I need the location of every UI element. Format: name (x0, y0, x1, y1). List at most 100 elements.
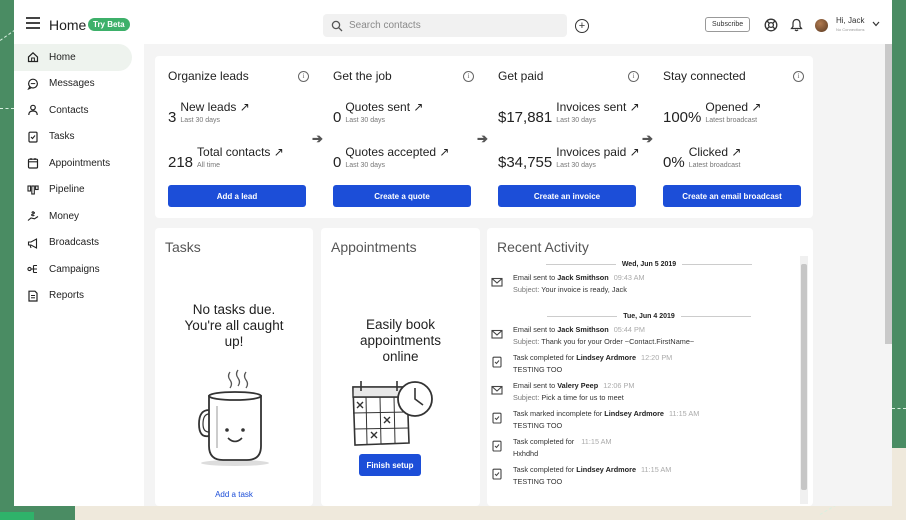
sidebar-item-label: Tasks (49, 131, 75, 143)
stat-column-stay-connected: Stay connected i 100% Opened ↗ Latest bro… (650, 56, 814, 218)
activity-detail: Hxhdhd (513, 449, 539, 458)
user-greeting[interactable]: Hi, Jack (836, 17, 864, 25)
activity-item[interactable]: Task completed for 11:15 AM Hxhdhd (487, 436, 811, 464)
info-icon[interactable]: i (298, 71, 309, 82)
activity-date-header: Tue, Jun 4 2019 (487, 308, 811, 324)
activity-feed[interactable]: Wed, Jun 5 2019 Email sent to Jack Smith… (487, 256, 811, 504)
lifebuoy-help-icon[interactable] (764, 18, 778, 32)
mail-icon (491, 327, 503, 339)
subscribe-button[interactable]: Subscribe (705, 17, 751, 32)
finish-setup-button[interactable]: Finish setup (359, 454, 421, 476)
stat-column-get-paid: Get paid i $17,881 Invoices sent ↗ Last 3… (485, 56, 649, 218)
activity-action: Task completed for (513, 353, 577, 362)
metric-invoices-paid[interactable]: $34,755 Invoices paid ↗ Last 30 days (498, 146, 640, 171)
activity-contact-name[interactable]: Lindsey Ardmore (604, 409, 664, 418)
chevron-down-icon[interactable] (872, 21, 880, 27)
chat-bubble-icon (26, 77, 40, 91)
metric-label: Clicked ↗ (688, 145, 742, 159)
metric-new-leads[interactable]: 3 New leads ↗ Last 30 days (168, 101, 250, 126)
sidebar-nav: Home Messages Contacts Tasks Appointment… (14, 44, 144, 309)
activity-contact-name[interactable]: Lindsey Ardmore (576, 353, 636, 362)
activity-time: 05:44 PM (613, 325, 645, 334)
activity-time: 11:15 AM (669, 409, 700, 418)
activity-item[interactable]: Email sent to Jack Smithson 05:44 PM Subje… (487, 324, 811, 352)
sidebar-item-money[interactable]: Money (14, 203, 144, 230)
search-input[interactable] (349, 20, 549, 31)
activity-item[interactable]: Email sent to Valery Peep 12:06 PM Subject… (487, 380, 811, 408)
metric-value: 3 (168, 109, 177, 126)
backdrop-tab (0, 512, 34, 520)
sidebar-item-messages[interactable]: Messages (14, 71, 144, 98)
metric-value: 0% (663, 154, 685, 171)
sidebar-item-contacts[interactable]: Contacts (14, 97, 144, 124)
activity-item[interactable]: Email sent to Jack Smithson 09:43 AM Subje… (487, 272, 811, 300)
activity-item[interactable]: Task completed for Lindsey Ardmore 12:20 … (487, 352, 811, 380)
activity-scrollbar-thumb[interactable] (801, 264, 807, 490)
sidebar-item-home[interactable]: Home (14, 44, 132, 71)
page-scrollbar[interactable] (885, 44, 892, 344)
activity-item[interactable]: Task marked incomplete for Lindsey Ardmo… (487, 408, 811, 436)
decorative-line (0, 108, 14, 109)
sidebar-item-campaigns[interactable]: Campaigns (14, 256, 144, 283)
activity-item[interactable]: Task completed for Lindsey Ardmore 11:15 … (487, 464, 811, 492)
sidebar-item-pipeline[interactable]: Pipeline (14, 177, 144, 204)
metric-period: Latest broadcast (705, 117, 758, 124)
sidebar-item-label: Home (49, 51, 76, 63)
metric-quotes-accepted[interactable]: 0 Quotes accepted ↗ Last 30 days (333, 146, 449, 171)
stats-card: Organize leads i 3 New leads ↗ Last 30 da… (155, 56, 813, 218)
search-bar[interactable] (323, 14, 567, 37)
create-invoice-button[interactable]: Create an invoice (498, 185, 636, 207)
activity-time: 11:15 AM (641, 465, 672, 474)
metric-label: Invoices sent ↗ (556, 100, 640, 114)
notification-bell-icon[interactable] (790, 18, 803, 32)
activity-contact-name[interactable]: Jack Smithson (557, 273, 609, 282)
add-new-icon[interactable]: + (575, 19, 589, 33)
calendar-icon (26, 156, 40, 170)
campaign-flow-icon (26, 262, 40, 276)
activity-contact-name[interactable]: Jack Smithson (557, 325, 609, 334)
activity-action: Email sent to (513, 381, 558, 390)
try-beta-badge[interactable]: Try Beta (88, 18, 130, 31)
sidebar-item-tasks[interactable]: Tasks (14, 124, 144, 151)
add-task-link[interactable]: Add a task (155, 490, 313, 499)
task-check-icon (491, 355, 503, 368)
metric-period: All time (197, 162, 220, 169)
hamburger-menu-icon[interactable] (26, 17, 40, 29)
metric-invoices-sent[interactable]: $17,881 Invoices sent ↗ Last 30 days (498, 100, 640, 126)
info-icon[interactable]: i (793, 71, 804, 82)
metric-quotes-sent[interactable]: 0 Quotes sent ↗ Last 30 days (333, 101, 423, 126)
checklist-icon (26, 130, 40, 144)
mail-icon (491, 383, 503, 395)
activity-contact-name[interactable]: Lindsey Ardmore (576, 465, 636, 474)
add-lead-button[interactable]: Add a lead (168, 185, 306, 207)
create-email-broadcast-button[interactable]: Create an email broadcast (663, 185, 801, 207)
metric-value: $34,755 (498, 154, 553, 171)
info-icon[interactable]: i (463, 71, 474, 82)
sidebar-item-label: Messages (49, 78, 95, 90)
info-icon[interactable]: i (628, 71, 639, 82)
sidebar-item-appointments[interactable]: Appointments (14, 150, 144, 177)
report-icon (26, 289, 40, 303)
sidebar-item-reports[interactable]: Reports (14, 283, 144, 310)
create-quote-button[interactable]: Create a quote (333, 185, 471, 207)
metric-total-contacts[interactable]: 218 Total contacts ↗ All time (168, 146, 284, 171)
task-check-icon (491, 439, 503, 452)
activity-detail: TESTING TOO (513, 477, 563, 486)
sidebar-item-label: Reports (49, 290, 85, 302)
sidebar-item-broadcasts[interactable]: Broadcasts (14, 230, 144, 257)
coffee-mug-illustration (198, 369, 269, 466)
activity-contact-name[interactable]: Valery Peep (557, 381, 598, 390)
task-check-icon (491, 411, 503, 424)
metric-opened[interactable]: 100% Opened ↗ Latest broadcast (663, 101, 761, 126)
stat-title: Stay connected (663, 69, 746, 83)
metric-value: 100% (663, 109, 702, 126)
sidebar-item-label: Campaigns (49, 263, 100, 275)
activity-action: Task completed for (513, 437, 577, 446)
activity-detail-label: Subject: (513, 337, 542, 346)
user-avatar[interactable] (815, 19, 828, 32)
metric-value: 0 (333, 154, 342, 171)
mail-icon (491, 275, 503, 287)
metric-clicked[interactable]: 0% Clicked ↗ Latest broadcast (663, 145, 742, 171)
appointments-promo-message: Easily book appointments online (321, 317, 480, 365)
activity-detail: Thank you for your Order ~Contact.FirstN… (541, 337, 695, 346)
